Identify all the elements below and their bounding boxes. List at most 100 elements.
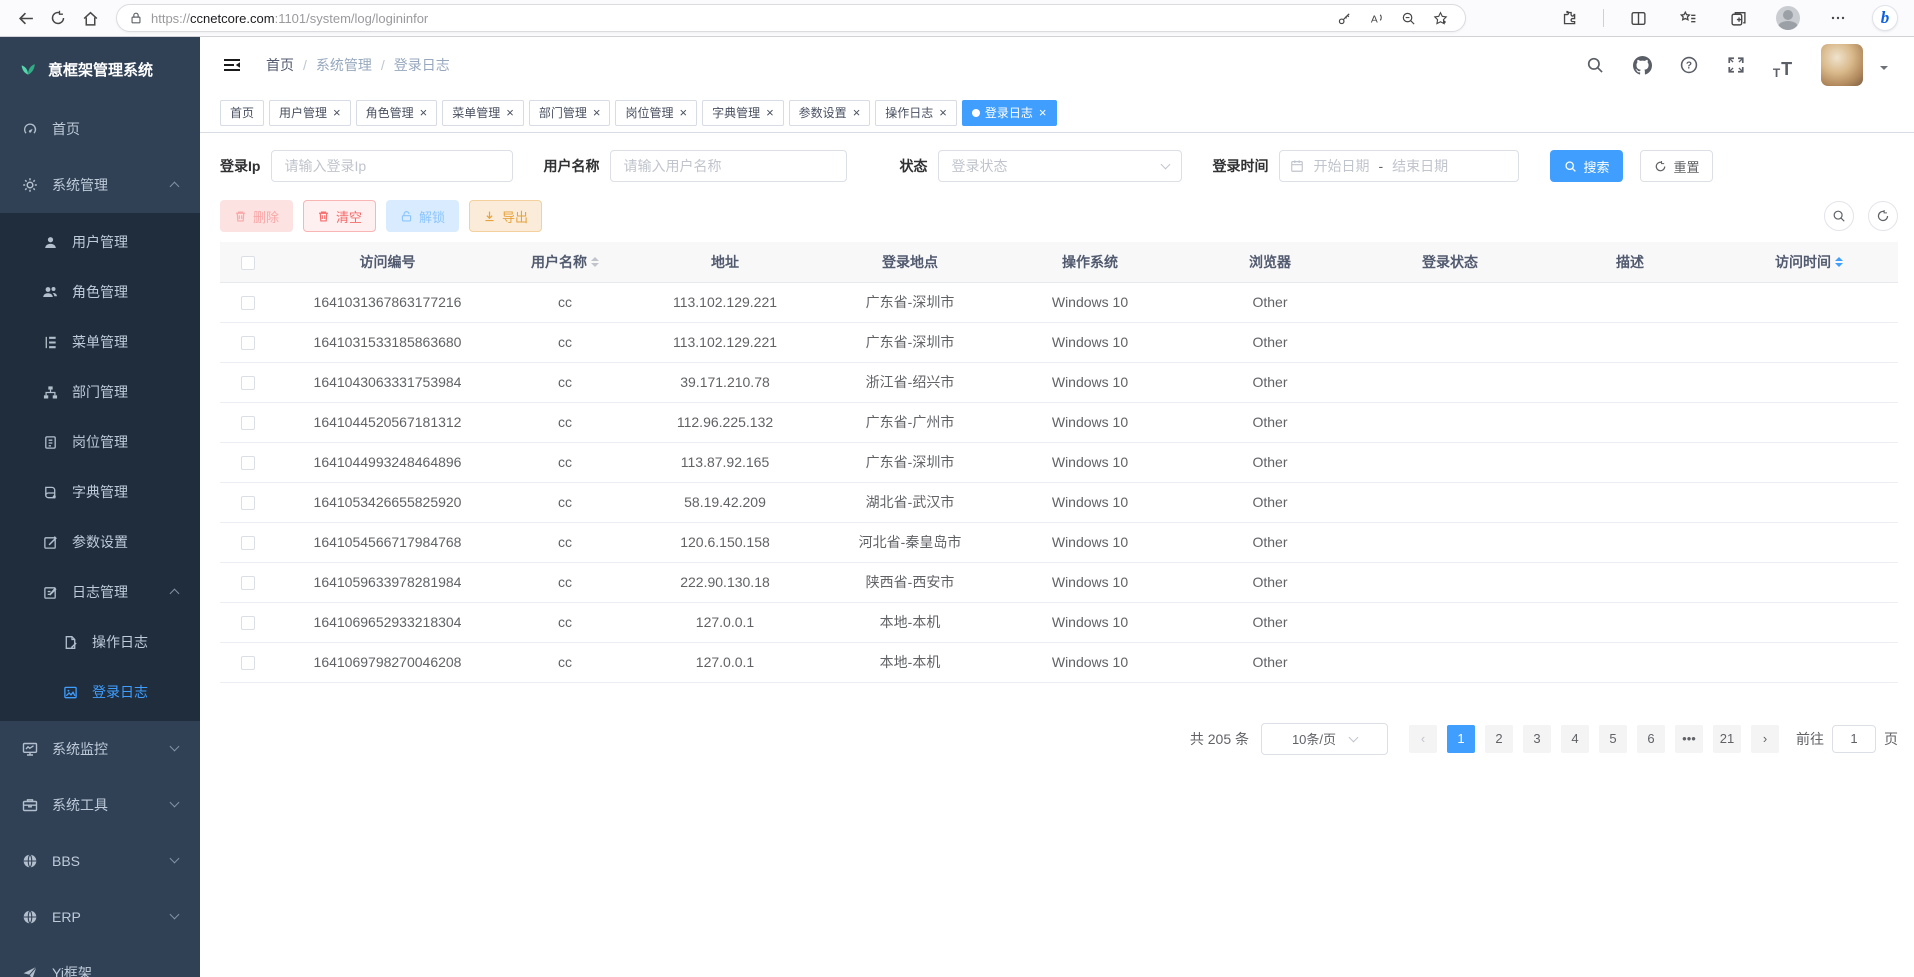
browser-more-icon[interactable] [1822,3,1854,33]
fullscreen-icon[interactable] [1721,50,1751,80]
page-tab[interactable]: 参数设置 × [789,100,871,126]
sidebar-item-parameter-settings[interactable]: 参数设置 [0,517,200,567]
next-page-button[interactable]: › [1751,725,1779,753]
sidebar-item-bbs[interactable]: BBS [0,833,200,889]
extensions-icon[interactable] [1553,3,1585,33]
search-icon[interactable] [1580,50,1610,80]
sidebar-item-yi-framework[interactable]: Yi框架 [0,945,200,977]
login-ip-input[interactable] [271,150,513,182]
clear-button[interactable]: 清空 [303,200,376,232]
split-screen-icon[interactable] [1622,3,1654,33]
close-tab-icon[interactable]: × [593,106,601,119]
select-all-checkbox[interactable] [241,256,255,270]
close-tab-icon[interactable]: × [506,106,514,119]
delete-button[interactable]: 删除 [220,200,293,232]
read-aloud-icon[interactable]: A [1363,6,1389,30]
browser-back-icon[interactable] [10,3,42,33]
browser-profile-icon[interactable] [1772,3,1804,33]
zoom-out-icon[interactable] [1395,6,1421,30]
font-size-icon[interactable]: TT [1768,50,1798,80]
page-number-button[interactable]: 1 [1447,725,1475,753]
tab-actions-icon[interactable] [1722,3,1754,33]
page-number-button[interactable]: 21 [1713,725,1741,753]
sidebar-item-department-management[interactable]: 部门管理 [0,367,200,417]
github-icon[interactable] [1627,50,1657,80]
sidebar-item-erp[interactable]: ERP [0,889,200,945]
copilot-icon[interactable]: b [1872,5,1898,31]
row-checkbox[interactable] [241,416,255,430]
sidebar-item-menu-management[interactable]: 菜单管理 [0,317,200,367]
page-number-button[interactable]: 6 [1637,725,1665,753]
sidebar-item-home[interactable]: 首页 [0,101,200,157]
page-tab[interactable]: 操作日志 × [875,100,957,126]
row-checkbox[interactable] [241,576,255,590]
close-tab-icon[interactable]: × [420,106,428,119]
address-bar[interactable]: https://ccnetcore.com:1101/system/log/lo… [116,4,1466,32]
unlock-button[interactable]: 解锁 [386,200,459,232]
page-tab[interactable]: 部门管理 × [529,100,611,126]
row-checkbox[interactable] [241,336,255,350]
breadcrumb-home[interactable]: 首页 [266,55,294,75]
row-checkbox[interactable] [241,496,255,510]
sort-icon[interactable] [591,257,599,267]
close-tab-icon[interactable]: × [1039,106,1047,119]
prev-page-button[interactable]: ‹ [1409,725,1437,753]
goto-page-input[interactable] [1832,725,1876,753]
column-header-access-time[interactable]: 访问时间 [1720,242,1898,282]
page-tab[interactable]: 角色管理 × [356,100,438,126]
page-tab[interactable]: 岗位管理 × [615,100,697,126]
help-icon[interactable]: ? [1674,50,1704,80]
page-number-button[interactable]: 2 [1485,725,1513,753]
close-tab-icon[interactable]: × [939,106,947,119]
sidebar-item-role-management[interactable]: 角色管理 [0,267,200,317]
page-tab[interactable]: 菜单管理 × [442,100,524,126]
sidebar-item-user-management[interactable]: 用户管理 [0,217,200,267]
browser-refresh-icon[interactable] [42,3,74,33]
row-checkbox[interactable] [241,376,255,390]
close-tab-icon[interactable]: × [333,106,341,119]
avatar-dropdown-caret[interactable] [1880,66,1888,74]
sidebar-collapse-icon[interactable] [214,47,250,83]
sidebar-item-log-management[interactable]: 日志管理 [0,567,200,617]
sidebar-item-system-management[interactable]: 系统管理 [0,157,200,213]
row-checkbox[interactable] [241,656,255,670]
page-number-button[interactable]: ••• [1675,725,1703,753]
row-checkbox[interactable] [241,296,255,310]
page-tab[interactable]: 登录日志 × [962,100,1057,126]
sidebar-item-dictionary-management[interactable]: 字典管理 [0,467,200,517]
close-tab-icon[interactable]: × [766,106,774,119]
export-button[interactable]: 导出 [469,200,542,232]
page-number-button[interactable]: 4 [1561,725,1589,753]
close-tab-icon[interactable]: × [679,106,687,119]
page-size-select[interactable]: 10条/页 [1261,723,1388,755]
date-range-picker[interactable]: 开始日期 - 结束日期 [1279,150,1519,182]
browser-home-icon[interactable] [74,3,106,33]
search-button[interactable]: 搜索 [1550,150,1623,182]
row-checkbox[interactable] [241,536,255,550]
table-refresh-icon[interactable] [1868,201,1898,231]
page-number-button[interactable]: 5 [1599,725,1627,753]
close-tab-icon[interactable]: × [853,106,861,119]
sidebar-item-post-management[interactable]: 岗位管理 [0,417,200,467]
page-number-button[interactable]: 3 [1523,725,1551,753]
sidebar-item-operation-log[interactable]: 操作日志 [0,617,200,667]
column-header-user-name[interactable]: 用户名称 [500,242,630,282]
row-checkbox[interactable] [241,456,255,470]
page-tab[interactable]: 用户管理 × [269,100,351,126]
add-favorite-icon[interactable] [1427,6,1453,30]
sidebar-item-system-monitor[interactable]: 系统监控 [0,721,200,777]
avatar[interactable] [1821,44,1863,86]
app-logo[interactable]: 意框架管理系统 [0,37,200,101]
sort-icon[interactable] [1835,257,1843,267]
page-tab[interactable]: 首页 × [220,100,264,126]
collections-icon[interactable] [1672,3,1704,33]
reset-button[interactable]: 重置 [1640,150,1713,182]
user-name-input[interactable] [610,150,847,182]
page-tab[interactable]: 字典管理 × [702,100,784,126]
row-checkbox[interactable] [241,616,255,630]
sidebar-item-login-log[interactable]: 登录日志 [0,667,200,717]
key-icon[interactable] [1331,6,1357,30]
table-search-toggle-icon[interactable] [1824,201,1854,231]
status-select[interactable]: 登录状态 [938,150,1182,182]
sidebar-item-system-tools[interactable]: 系统工具 [0,777,200,833]
